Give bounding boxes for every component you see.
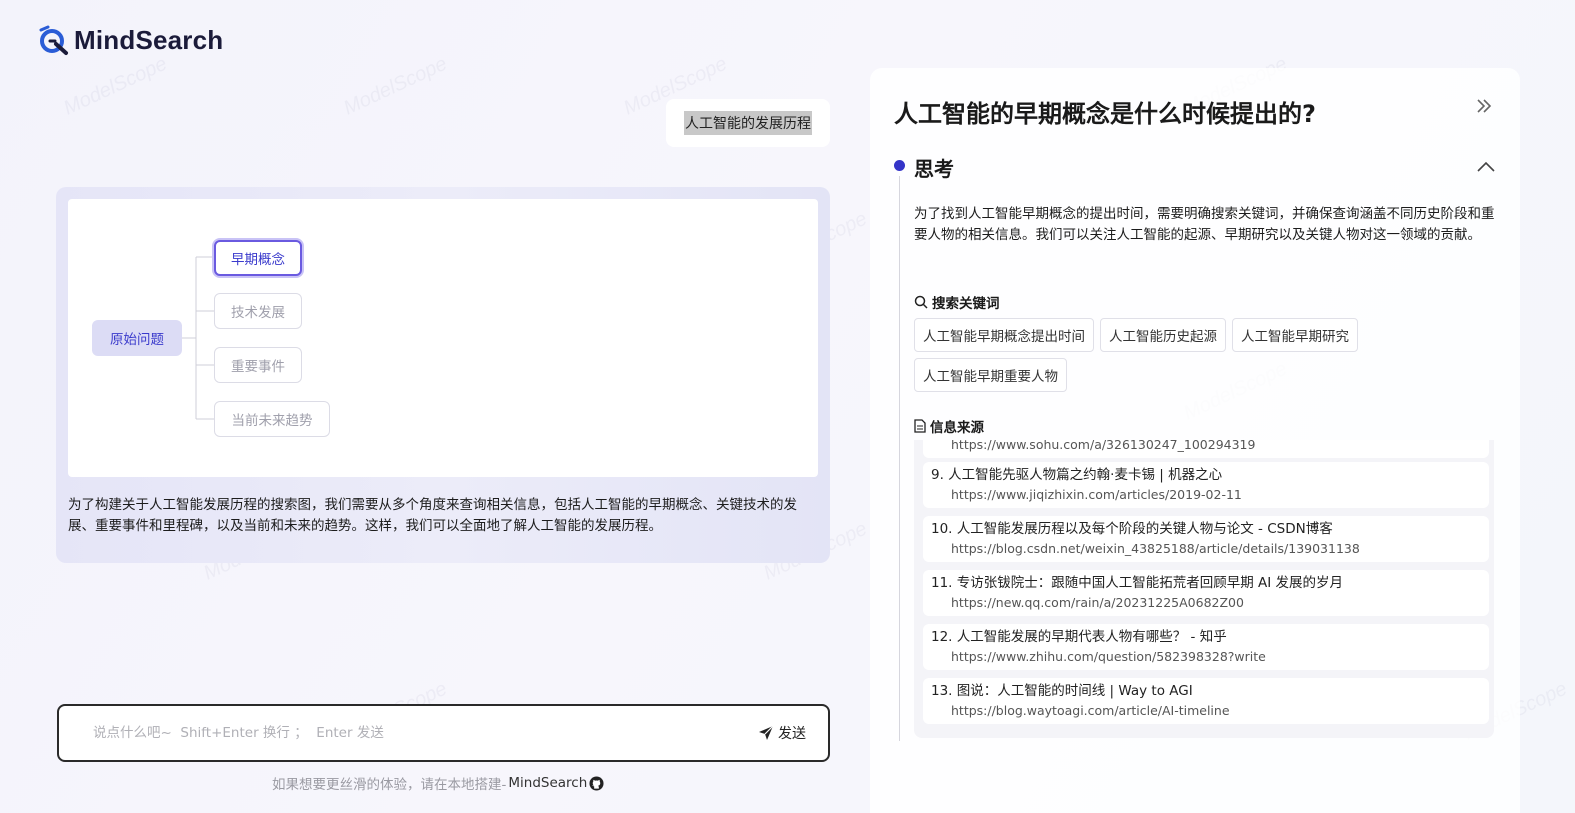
panel-title: 人工智能的早期概念是什么时候提出的? <box>894 100 1316 128</box>
graph-node-key-events[interactable]: 重要事件 <box>214 347 302 383</box>
keywords-section-label: 搜索关键词 <box>914 292 1000 312</box>
send-button[interactable]: 发送 <box>758 723 806 743</box>
source-url: https://www.jiqizhixin.com/articles/2019… <box>951 487 1242 502</box>
source-url: https://www.zhihu.com/question/582398328… <box>951 649 1266 664</box>
graph-node-tech-development[interactable]: 技术发展 <box>214 293 302 329</box>
app-logo[interactable]: MindSearch <box>38 24 223 56</box>
source-title: 9. 人工智能先驱人物篇之约翰·麦卡锡 | 机器之心 <box>931 467 1223 483</box>
mindsearch-logo-icon <box>39 25 68 55</box>
source-url: https://blog.waytoagi.com/article/AI-tim… <box>951 703 1230 718</box>
source-item[interactable]: https://www.sohu.com/a/326130247_1002943… <box>923 440 1489 458</box>
footer-note-text: 如果想要更丝滑的体验，请在本地搭建- <box>272 777 507 793</box>
source-title: 13. 图说：人工智能的时间线 | Way to AGI <box>931 683 1193 699</box>
user-message-bubble: 人工智能的发展历程 <box>666 99 830 147</box>
think-title: 思考 <box>914 157 954 181</box>
source-item[interactable]: 11. 专访张钹院士：跟随中国人工智能拓荒者回顾早期 AI 发展的岁月 http… <box>923 570 1489 616</box>
keyword-chip[interactable]: 人工智能早期研究 <box>1232 318 1358 352</box>
source-url: https://blog.csdn.net/weixin_43825188/ar… <box>951 541 1360 556</box>
keyword-chip[interactable]: 人工智能早期概念提出时间 <box>914 318 1094 352</box>
think-text: 为了找到人工智能早期概念的提出时间，需要明确搜索关键词，并确保查询涵盖不同历史阶… <box>914 206 1495 243</box>
source-item[interactable]: 10. 人工智能发展历程以及每个阶段的关键人物与论文 - CSDN博客 http… <box>923 516 1489 562</box>
sources-list[interactable]: https://www.sohu.com/a/326130247_1002943… <box>914 440 1494 738</box>
send-button-label: 发送 <box>778 726 806 742</box>
source-item[interactable]: 13. 图说：人工智能的时间线 | Way to AGI https://blo… <box>923 678 1489 724</box>
keywords-list: 人工智能早期概念提出时间 人工智能历史起源 人工智能早期研究 人工智能早期重要人… <box>914 318 1474 392</box>
source-url: https://www.sohu.com/a/326130247_1002943… <box>951 440 1256 452</box>
sources-section-label: 信息来源 <box>914 416 984 436</box>
detail-panel: 人工智能的早期概念是什么时候提出的? 思考 为了找到人工智能早期概念的提出时间，… <box>870 68 1520 813</box>
document-icon <box>914 419 926 433</box>
search-icon <box>914 295 928 309</box>
send-icon <box>759 725 774 740</box>
source-title: 12. 人工智能发展的早期代表人物有哪些？ - 知乎 <box>931 629 1227 645</box>
chat-input[interactable] <box>93 725 758 741</box>
answer-text: 为了构建关于人工智能发展历程的搜索图，我们需要从多个角度来查询相关信息，包括人工… <box>68 497 797 534</box>
collapse-panel-icon[interactable] <box>1474 96 1494 116</box>
source-item[interactable]: 12. 人工智能发展的早期代表人物有哪些？ - 知乎 https://www.z… <box>923 624 1489 670</box>
think-timeline <box>899 176 900 741</box>
source-item[interactable]: 9. 人工智能先驱人物篇之约翰·麦卡锡 | 机器之心 https://www.j… <box>923 462 1489 508</box>
source-url: https://new.qq.com/rain/a/20231225A0682Z… <box>951 595 1244 610</box>
app-name: MindSearch <box>74 24 224 55</box>
think-dot <box>894 160 905 171</box>
graph-node-early-concept[interactable]: 早期概念 <box>214 240 302 276</box>
answer-card: 原始问题 早期概念 技术发展 重要事件 当前未来趋势 为了构建关于人工智能发展历… <box>56 187 830 563</box>
keyword-chip[interactable]: 人工智能历史起源 <box>1100 318 1226 352</box>
source-title: 11. 专访张钹院士：跟随中国人工智能拓荒者回顾早期 AI 发展的岁月 <box>931 575 1344 591</box>
keyword-chip[interactable]: 人工智能早期重要人物 <box>914 358 1067 392</box>
chat-input-container: 发送 <box>57 704 830 762</box>
github-icon[interactable] <box>589 775 604 791</box>
source-title: 10. 人工智能发展历程以及每个阶段的关键人物与论文 - CSDN博客 <box>931 521 1333 537</box>
graph-node-trends[interactable]: 当前未来趋势 <box>214 401 330 437</box>
graph-node-root[interactable]: 原始问题 <box>92 320 182 356</box>
keywords-label: 搜索关键词 <box>932 296 1000 312</box>
footer-brand-link[interactable]: MindSearch <box>508 775 587 791</box>
user-message-text: 人工智能的发展历程 <box>684 111 812 135</box>
footer-note: 如果想要更丝滑的体验，请在本地搭建- MindSearch <box>272 773 604 793</box>
chevron-up-icon[interactable] <box>1476 158 1496 174</box>
sources-label: 信息来源 <box>930 420 984 436</box>
search-graph: 原始问题 早期概念 技术发展 重要事件 当前未来趋势 <box>68 199 818 477</box>
